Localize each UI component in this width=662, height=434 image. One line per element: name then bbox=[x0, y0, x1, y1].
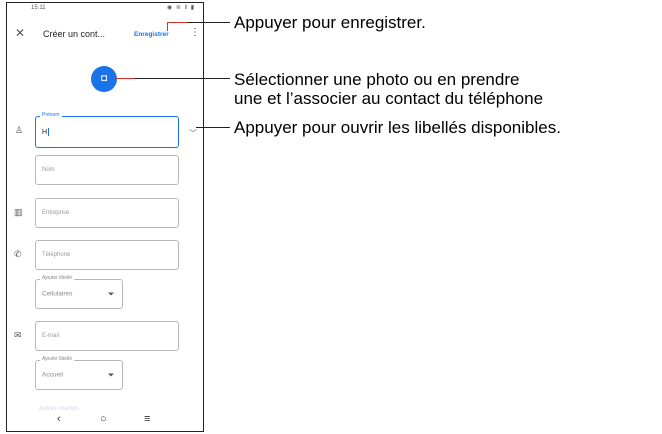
add-photo-icon: ◘ bbox=[100, 73, 108, 84]
page-title: Créer un cont... bbox=[43, 29, 106, 39]
save-callout-marker bbox=[167, 22, 168, 31]
save-button[interactable]: Enregistrer bbox=[134, 31, 169, 38]
photo-callout-marker bbox=[115, 78, 135, 79]
phone-field[interactable]: Téléphone bbox=[35, 240, 179, 270]
save-callout-marker-top bbox=[167, 22, 187, 23]
recents-icon[interactable]: ≡ bbox=[144, 413, 150, 425]
phone-screen: 15:11 ◉ ≋ ‖ ▮ ✕ Créer un cont... Enregis… bbox=[6, 2, 204, 432]
first-name-label: Prénom bbox=[40, 112, 62, 118]
chevron-down-icon[interactable]: ﹀ bbox=[189, 128, 197, 139]
person-icon: ♙ bbox=[15, 125, 24, 135]
app-bar: ✕ Créer un cont... Enregistrer ⋮ bbox=[7, 19, 203, 49]
phone-placeholder: Téléphone bbox=[42, 252, 71, 258]
email-icon: ✉ bbox=[14, 330, 22, 340]
home-icon[interactable]: ○ bbox=[100, 413, 107, 425]
add-photo-button[interactable]: ◘ bbox=[91, 66, 117, 92]
phone-label-caption: Ajouter libellé bbox=[40, 275, 75, 281]
phone-label-value: Cellulaires bbox=[42, 290, 73, 298]
company-placeholder: Entreprise bbox=[42, 210, 70, 216]
close-icon[interactable]: ✕ bbox=[15, 26, 25, 40]
dropdown-arrow-icon bbox=[108, 373, 114, 377]
status-icons: ◉ ≋ ‖ ▮ bbox=[166, 5, 195, 11]
phone-label-select[interactable]: Ajouter libellé Cellulaires bbox=[35, 275, 123, 309]
phone-icon: ✆ bbox=[14, 249, 22, 259]
last-name-placeholder: Nom bbox=[42, 167, 55, 173]
company-field[interactable]: Entreprise bbox=[35, 198, 179, 228]
email-label-select[interactable]: Ajouter libellé Accueil bbox=[35, 356, 123, 390]
business-icon: ▥ bbox=[14, 207, 23, 217]
email-label-caption: Ajouter libellé bbox=[40, 356, 75, 362]
save-callout-line bbox=[187, 22, 230, 23]
navigation-bar: ‹ ○ ≡ bbox=[7, 411, 203, 431]
status-time: 15:11 bbox=[31, 5, 46, 11]
first-name-field[interactable]: Prénom H bbox=[35, 112, 179, 148]
labels-callout-text: Appuyer pour ouvrir les libellés disponi… bbox=[234, 118, 561, 137]
email-placeholder: E-mail bbox=[42, 333, 60, 339]
photo-callout-text-line2: une et l’associer au contact du téléphon… bbox=[234, 89, 544, 108]
back-icon[interactable]: ‹ bbox=[57, 413, 61, 425]
photo-callout-line bbox=[135, 78, 230, 79]
photo-callout-text-line1: Sélectionner une photo ou en prendre bbox=[234, 70, 520, 89]
email-label-value: Accueil bbox=[42, 371, 63, 379]
labels-callout-line bbox=[196, 127, 230, 128]
more-vert-icon[interactable]: ⋮ bbox=[190, 27, 200, 38]
save-callout-text: Appuyer pour enregistrer. bbox=[234, 13, 426, 32]
email-field[interactable]: E-mail bbox=[35, 321, 179, 351]
status-bar: 15:11 ◉ ≋ ‖ ▮ bbox=[7, 3, 203, 15]
first-name-value: H bbox=[42, 128, 48, 136]
dropdown-arrow-icon bbox=[108, 292, 114, 296]
last-name-field[interactable]: Nom bbox=[35, 155, 179, 185]
